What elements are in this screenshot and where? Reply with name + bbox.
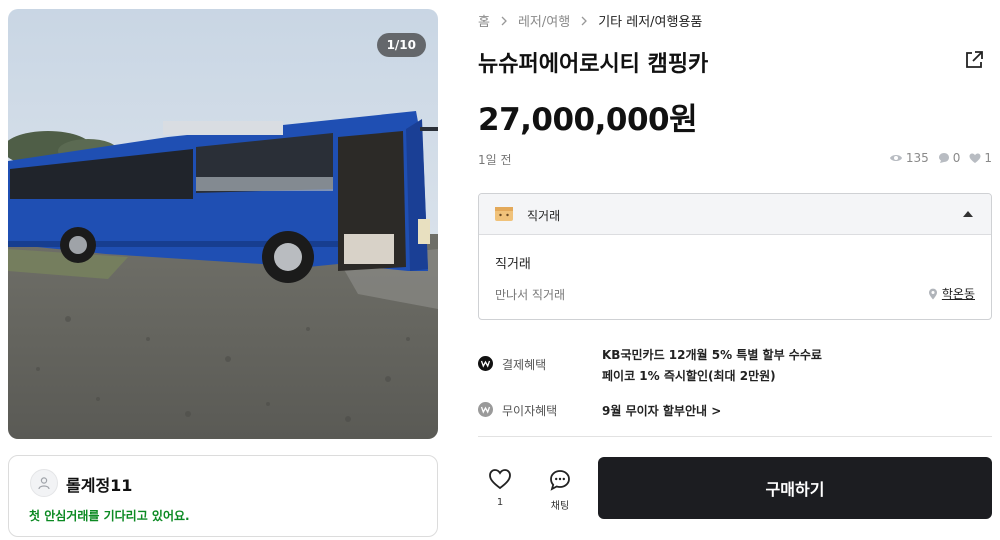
payment-benefit-line[interactable]: KB국민카드 12개월 5% 특별 할부 수수료 [602, 346, 822, 363]
views-count: 135 [905, 151, 929, 165]
trade-type: 직거래 [495, 257, 531, 272]
interest-benefit-label: 무이자혜택 [502, 404, 558, 418]
like-button[interactable]: 1 [484, 468, 516, 508]
heart-icon [969, 153, 981, 163]
trade-method-box: 직거래 직거래 만나서 직거래 학온동 [478, 193, 992, 320]
chat-bubble-icon [550, 470, 570, 491]
chats-stat: 0 [938, 151, 961, 165]
interest-benefit-icon [478, 402, 493, 417]
payment-benefit-line[interactable]: 페이코 1% 즉시할인(최대 2만원) [602, 367, 776, 384]
chevron-right-icon [580, 16, 588, 26]
breadcrumb-category[interactable]: 레저/여행 [518, 11, 570, 30]
views-stat: 135 [889, 151, 929, 165]
chat-button[interactable]: 채팅 [542, 469, 578, 512]
trade-description: 만나서 직거래 [495, 288, 566, 302]
trade-method-label: 직거래 [527, 209, 561, 223]
seller-name[interactable]: 롤계정11 [66, 472, 132, 496]
breadcrumb: 홈 레저/여행 기타 레저/여행용품 [478, 11, 702, 30]
likes-count: 1 [984, 151, 992, 165]
share-button[interactable] [963, 49, 985, 75]
chat-bubble-icon [938, 153, 949, 163]
payment-benefit-label: 결제혜택 [502, 358, 547, 372]
trade-location[interactable]: 학온동 [928, 285, 975, 302]
heart-icon [489, 469, 511, 490]
product-title: 뉴슈퍼에어로시티 캠핑카 [478, 52, 709, 77]
trade-method-header[interactable]: 직거래 [479, 194, 991, 235]
share-icon [966, 51, 983, 68]
caret-up-icon[interactable] [963, 211, 973, 217]
product-price: 27,000,000원 [478, 102, 698, 138]
chevron-right-icon [500, 16, 508, 26]
chats-count: 0 [952, 151, 961, 165]
seller-status: 첫 안심거래를 기다리고 있어요. [29, 509, 190, 523]
chat-label: 채팅 [550, 501, 570, 512]
avatar[interactable] [30, 469, 58, 497]
bus-image [8, 9, 438, 439]
breadcrumb-subcategory[interactable]: 기타 레저/여행용품 [598, 11, 702, 30]
seller-card[interactable]: 롤계정11 첫 안심거래를 기다리고 있어요. [8, 455, 438, 537]
payment-benefit-icon [478, 356, 493, 371]
user-icon [38, 477, 50, 490]
location-pin-icon [928, 288, 937, 299]
like-count: 1 [496, 497, 504, 508]
posted-time: 1일 전 [478, 153, 512, 167]
likes-stat: 1 [969, 151, 992, 165]
breadcrumb-home[interactable]: 홈 [478, 11, 490, 30]
eye-icon [889, 155, 902, 161]
buy-button[interactable]: 구매하기 [598, 457, 992, 519]
location-name[interactable]: 학온동 [942, 285, 975, 302]
interest-benefit-link[interactable]: 9월 무이자 할부안내 > [602, 402, 721, 419]
product-stats: 135 0 1 [880, 151, 992, 165]
photo-counter: 1/10 [376, 33, 426, 57]
box-icon [495, 207, 513, 221]
product-photo[interactable]: 1/10 [8, 9, 438, 439]
divider [478, 436, 992, 437]
